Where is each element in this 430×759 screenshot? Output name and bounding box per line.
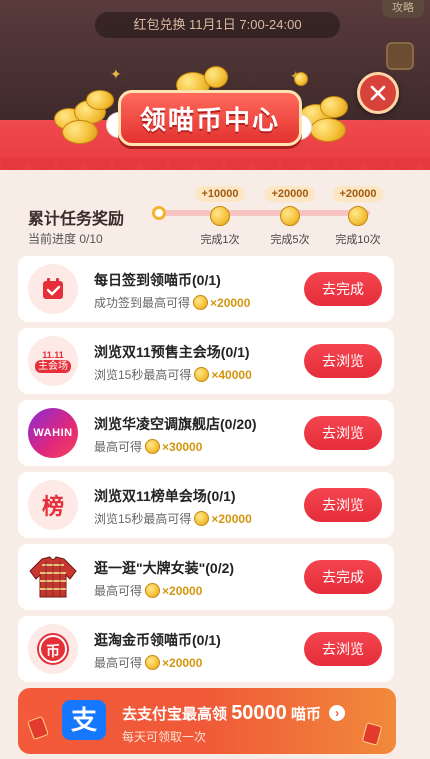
alipay-title-suffix: 喵币 xyxy=(290,706,321,723)
task-desc: 最高可得 xyxy=(94,584,143,598)
red-envelope-icon xyxy=(27,715,49,741)
task-title: 浏览双11榜单会场(0/1) xyxy=(94,488,236,504)
ranking-glyph: 榜 xyxy=(41,494,64,519)
coin-icon xyxy=(210,206,230,226)
task-action-button[interactable]: 去浏览 xyxy=(304,488,382,522)
milestone-reward: +10000 xyxy=(195,186,245,202)
alipay-title-prefix: 去支付宝最高领 xyxy=(122,706,228,723)
task-reward: 浏览15秒最高可得 ×20000 xyxy=(94,510,252,527)
strategy-button[interactable]: 攻略 xyxy=(382,0,424,18)
progress-current: 当前进度 0/10 xyxy=(28,232,103,246)
chevron-right-icon: › xyxy=(329,705,346,721)
task-title: 每日签到领喵币(0/1) xyxy=(94,272,221,288)
task-action-button[interactable]: 去完成 xyxy=(304,560,382,594)
task-amount: ×20000 xyxy=(162,655,203,670)
sparkle-icon: ✦ xyxy=(110,66,122,82)
task-card-taojinbi: 币 逛淘金币领喵币(0/1) 最高可得 ×20000 去浏览 xyxy=(18,616,394,682)
sweater-icon xyxy=(28,552,78,602)
task-desc: 最高可得 xyxy=(94,440,143,454)
task-title: 逛一逛"大牌女装"(0/2) xyxy=(94,560,235,576)
task-card-brand-womenswear: 逛一逛"大牌女装"(0/2) 最高可得 ×20000 去完成 xyxy=(18,544,394,610)
task-reward: 浏览15秒最高可得 ×40000 xyxy=(94,366,252,383)
task-card-wahin-store: WAHIN 浏览华凌空调旗舰店(0/20) 最高可得 ×30000 去浏览 xyxy=(18,400,394,466)
alipay-banner-subtitle: 每天可领取一次 xyxy=(122,730,207,744)
milestone-reward: +20000 xyxy=(265,186,315,202)
task-title: 浏览双11预售主会场(0/1) xyxy=(94,344,250,360)
milestone-1[interactable]: +10000 完成1次 xyxy=(185,184,255,247)
coin-icon xyxy=(145,655,161,670)
task-action-button[interactable]: 去完成 xyxy=(304,272,382,306)
coin-icon xyxy=(348,206,368,226)
close-icon xyxy=(370,85,386,101)
milestone-reward: +20000 xyxy=(333,186,383,202)
task-title: 浏览华凌空调旗舰店(0/20) xyxy=(94,416,257,432)
task-desc: 最高可得 xyxy=(94,656,143,670)
task-desc: 浏览15秒最高可得 xyxy=(94,512,192,526)
coin-icon xyxy=(194,511,210,526)
task-reward: 最高可得 ×30000 xyxy=(94,438,202,455)
task-action-button[interactable]: 去浏览 xyxy=(304,416,382,450)
main-venue-icon: 11.11 主会场 xyxy=(28,336,78,386)
task-action-button[interactable]: 去浏览 xyxy=(304,632,382,666)
task-card-presale-venue: 11.11 主会场 浏览双11预售主会场(0/1) 浏览15秒最高可得 ×400… xyxy=(18,328,394,394)
milestone-label: 完成5次 xyxy=(270,234,310,246)
progress-start-dot xyxy=(152,206,166,220)
progress-section: 累计任务奖励 当前进度 0/10 +10000 完成1次 +20000 完成5次… xyxy=(16,178,414,248)
alipay-banner-title: 去支付宝最高领 50000 喵币 › xyxy=(122,702,346,725)
modal-title: 领喵币中心 xyxy=(139,104,280,135)
task-reward: 成功签到最高可得 ×20000 xyxy=(94,294,250,311)
task-reward: 最高可得 ×20000 xyxy=(94,582,202,599)
task-title: 逛淘金币领喵币(0/1) xyxy=(94,632,221,648)
task-card-daily-checkin: 每日签到领喵币(0/1) 成功签到最高可得 ×20000 去完成 xyxy=(18,256,394,322)
task-amount: ×20000 xyxy=(210,295,251,310)
task-action-button[interactable]: 去浏览 xyxy=(304,344,382,378)
task-card-ranking-venue: 榜 浏览双11榜单会场(0/1) 浏览15秒最高可得 ×20000 去浏览 xyxy=(18,472,394,538)
calendar-check-icon xyxy=(28,264,78,314)
coin-glyph: 币 xyxy=(39,635,67,663)
task-desc: 浏览15秒最高可得 xyxy=(94,368,192,382)
milestone-3[interactable]: +20000 完成10次 xyxy=(323,184,393,247)
milestone-2[interactable]: +20000 完成5次 xyxy=(255,184,325,247)
coin-icon xyxy=(280,206,300,226)
coin-icon xyxy=(194,367,210,382)
task-amount: ×20000 xyxy=(162,583,203,598)
task-amount: ×30000 xyxy=(162,439,203,454)
alipay-title-amount: 50000 xyxy=(231,702,287,724)
ranking-icon: 榜 xyxy=(28,480,78,530)
redeem-time-label: 红包兑换 11月1日 7:00-24:00 xyxy=(95,12,340,38)
coin-icon xyxy=(145,583,161,598)
task-amount: ×40000 xyxy=(211,367,252,382)
task-desc: 成功签到最高可得 xyxy=(94,296,191,310)
venue-label: 主会场 xyxy=(35,359,71,373)
milestone-label: 完成1次 xyxy=(200,234,240,246)
wahin-logo-icon: WAHIN xyxy=(28,408,78,458)
alipay-logo-icon: 支 xyxy=(62,700,106,740)
red-envelope-icon xyxy=(361,722,383,746)
wahin-logo-text: WAHIN xyxy=(33,427,73,439)
close-button[interactable] xyxy=(357,72,399,114)
gold-coin-icon: 币 xyxy=(28,624,78,674)
milestone-label: 完成10次 xyxy=(335,234,381,246)
progress-title: 累计任务奖励 xyxy=(28,211,125,228)
coin-icon xyxy=(193,295,209,310)
modal-title-banner: 领喵币中心 xyxy=(118,90,302,146)
gift-icon xyxy=(386,42,414,70)
coin-icon xyxy=(145,439,161,454)
task-amount: ×20000 xyxy=(211,511,252,526)
task-reward: 最高可得 ×20000 xyxy=(94,654,202,671)
alipay-banner[interactable]: 支 去支付宝最高领 50000 喵币 › 每天可领取一次 xyxy=(18,688,396,754)
